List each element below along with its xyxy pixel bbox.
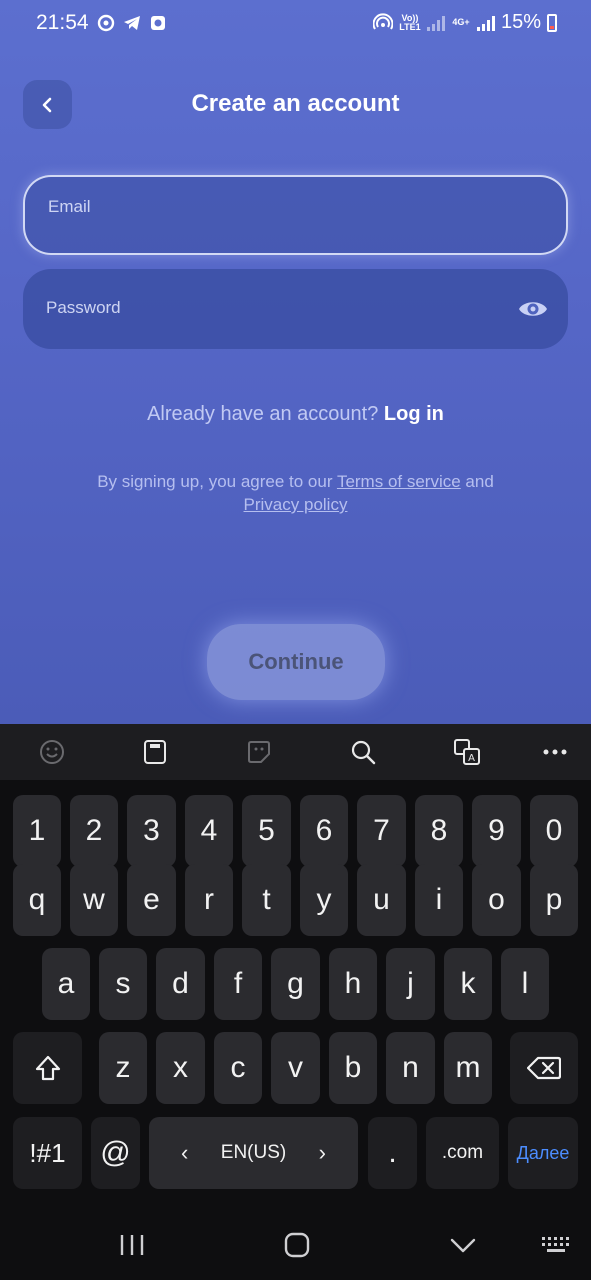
language-label: EN(US) [220, 1142, 287, 1163]
key-u[interactable]: u [357, 864, 406, 936]
key-7[interactable]: 7 [357, 795, 406, 867]
home-icon[interactable] [284, 1232, 310, 1258]
login-link[interactable]: Log in [384, 403, 444, 425]
email-label: Email [48, 197, 91, 216]
signal-icon-1 [426, 15, 445, 31]
sticker-icon[interactable] [245, 738, 273, 766]
at-key[interactable]: @ [91, 1117, 140, 1189]
key-s[interactable]: s [99, 948, 147, 1020]
keyboard-toolbar: A [0, 724, 591, 780]
terms-prefix: By signing up, you agree to our [97, 472, 333, 491]
navigation-bar [0, 1214, 591, 1280]
hotspot-icon [372, 12, 393, 30]
key-2[interactable]: 2 [70, 795, 118, 867]
key-5[interactable]: 5 [242, 795, 291, 867]
key-y[interactable]: y [300, 864, 348, 936]
login-prompt: Already have an account? Log in [0, 403, 591, 426]
hide-keyboard-icon[interactable] [450, 1232, 476, 1258]
key-3[interactable]: 3 [127, 795, 176, 867]
key-9[interactable]: 9 [472, 795, 521, 867]
key-w[interactable]: w [70, 864, 118, 936]
password-field[interactable]: Password [23, 269, 568, 349]
key-j[interactable]: j [386, 948, 435, 1020]
app-screen: 21:54 Vo)) LTE1 4G+ 15% Create an accoun… [0, 0, 591, 724]
privacy-policy-link[interactable]: Privacy policy [244, 495, 348, 514]
svg-text:A: A [468, 753, 475, 764]
backspace-key[interactable] [510, 1032, 578, 1104]
key-q[interactable]: q [13, 864, 61, 936]
key-g[interactable]: g [271, 948, 320, 1020]
key-t[interactable]: t [242, 864, 291, 936]
shift-icon [35, 1055, 60, 1081]
key-m[interactable]: m [444, 1032, 492, 1104]
terms-text: By signing up, you agree to our Terms of… [0, 470, 591, 516]
status-bar: 21:54 Vo)) LTE1 4G+ 15% [0, 0, 591, 46]
continue-button[interactable]: Continue [207, 624, 385, 700]
keyboard-switch-icon[interactable] [541, 1236, 573, 1254]
search-icon[interactable] [349, 738, 377, 766]
key-n[interactable]: n [386, 1032, 435, 1104]
recent-apps-icon[interactable] [118, 1232, 146, 1258]
language-next-icon: › [318, 1140, 326, 1165]
key-4[interactable]: 4 [185, 795, 233, 867]
eye-icon[interactable] [518, 297, 548, 321]
key-e[interactable]: e [127, 864, 176, 936]
key-h[interactable]: h [329, 948, 377, 1020]
telegram-icon [124, 16, 140, 30]
battery-icon [547, 13, 557, 32]
spacebar-key[interactable]: ‹ EN(US) › [149, 1117, 358, 1189]
key-0[interactable]: 0 [530, 795, 578, 867]
terms-conjunction: and [465, 472, 494, 491]
key-p[interactable]: p [530, 864, 578, 936]
key-d[interactable]: d [156, 948, 205, 1020]
terms-of-service-link[interactable]: Terms of service [337, 472, 461, 491]
language-prev-icon: ‹ [181, 1140, 189, 1165]
more-icon[interactable] [541, 738, 569, 766]
key-f[interactable]: f [214, 948, 262, 1020]
status-left-icons [96, 13, 168, 33]
status-right-icons: Vo)) LTE1 4G+ 15% [372, 11, 557, 34]
sync-icon [97, 14, 115, 32]
key-c[interactable]: c [214, 1032, 262, 1104]
key-r[interactable]: r [185, 864, 233, 936]
backspace-icon [527, 1056, 561, 1080]
translate-icon[interactable]: A [453, 738, 481, 766]
network-type: 4G+ [452, 17, 470, 27]
key-8[interactable]: 8 [415, 795, 463, 867]
emoji-icon[interactable] [38, 738, 66, 766]
next-key[interactable]: Далее [508, 1117, 578, 1189]
email-field[interactable]: Email [23, 175, 568, 255]
key-k[interactable]: k [444, 948, 492, 1020]
shift-key[interactable] [13, 1032, 82, 1104]
page-title: Create an account [191, 90, 400, 117]
signal-icon-2 [476, 15, 495, 31]
login-prompt-text: Already have an account? [147, 403, 379, 425]
status-time: 21:54 [36, 11, 89, 34]
battery-percent: 15% [500, 11, 541, 33]
key-v[interactable]: v [271, 1032, 320, 1104]
key-x[interactable]: x [156, 1032, 205, 1104]
keyboard: A 1 2 3 4 5 6 7 8 9 0 q w e r t y u i o … [0, 724, 591, 1214]
key-i[interactable]: i [415, 864, 463, 936]
key-a[interactable]: a [42, 948, 90, 1020]
key-z[interactable]: z [99, 1032, 147, 1104]
key-1[interactable]: 1 [13, 795, 61, 867]
key-6[interactable]: 6 [300, 795, 348, 867]
key-b[interactable]: b [329, 1032, 377, 1104]
key-o[interactable]: o [472, 864, 521, 936]
dotcom-key[interactable]: .com [426, 1117, 499, 1189]
key-l[interactable]: l [501, 948, 549, 1020]
symbols-key[interactable]: !#1 [13, 1117, 82, 1189]
password-label: Password [46, 298, 121, 317]
app-notification-icon [151, 16, 165, 30]
volte-indicator: Vo)) LTE1 [399, 12, 421, 32]
period-key[interactable]: . [368, 1117, 417, 1189]
clipboard-icon[interactable] [141, 738, 169, 766]
